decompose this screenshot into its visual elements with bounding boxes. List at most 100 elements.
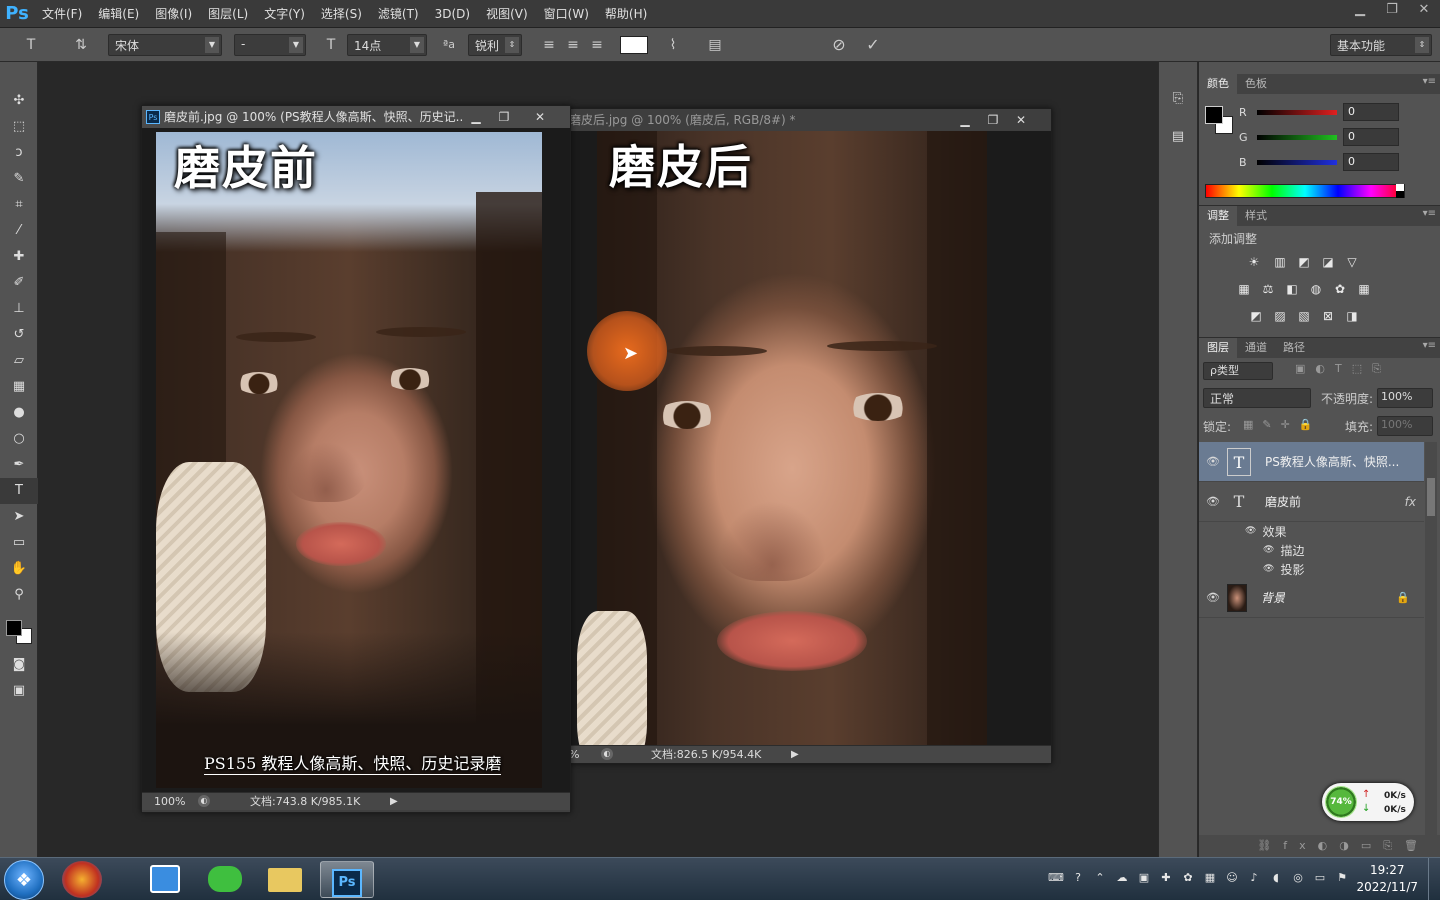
flower-icon[interactable]: ✿ [1180, 870, 1196, 886]
keyboard-icon[interactable]: ⌨ [1048, 870, 1064, 886]
before-caption-text[interactable]: PS155 教程人像高斯、快照、历史记录磨 [204, 750, 502, 775]
monitor-icon[interactable]: ▭ [1312, 870, 1328, 886]
minimize-button[interactable]: ▁ [1344, 0, 1376, 20]
maximize-icon[interactable]: ❐ [979, 109, 1007, 131]
pen-tool-icon[interactable]: ✒ [0, 452, 38, 478]
minimize-icon[interactable]: ▁ [462, 106, 490, 128]
type-tool-icon[interactable]: T [0, 478, 38, 504]
menu-layer[interactable]: 图层(L) [200, 0, 256, 28]
toolbar-collapse[interactable] [0, 62, 37, 88]
spectrum-white-swatch[interactable] [1396, 184, 1404, 191]
visibility-eye-icon[interactable]: 👁 [1245, 526, 1256, 536]
cancel-edits-icon[interactable]: ⊘ [828, 34, 850, 56]
curves-icon[interactable]: ◩ [1295, 254, 1313, 270]
network-monitor-widget[interactable]: 74% ↑ ↓ 0K/s 0K/s [1322, 783, 1414, 821]
opacity-field[interactable]: 100% [1377, 388, 1433, 408]
display-icon[interactable]: ▣ [1136, 870, 1152, 886]
help-icon[interactable]: ? [1070, 870, 1086, 886]
stamp-tool-icon[interactable]: ⊥ [0, 296, 38, 322]
app-360-icon[interactable] [62, 861, 102, 898]
network-icon[interactable]: ◎ [1290, 870, 1306, 886]
menu-file[interactable]: 文件(F) [34, 0, 90, 28]
color-balance-icon[interactable]: ⚖ [1259, 281, 1277, 297]
lock-icons[interactable]: ▦✎✛🔒 [1243, 418, 1322, 431]
speaker-icon[interactable]: ◖ [1268, 870, 1284, 886]
app-photoshop-icon[interactable]: Ps [320, 861, 374, 898]
layers-scrollbar[interactable] [1425, 442, 1437, 856]
marquee-tool-icon[interactable]: ⬚ [0, 114, 38, 140]
tab-styles[interactable]: 样式 [1237, 206, 1275, 226]
hand-tool-icon[interactable]: ✋ [0, 556, 38, 582]
gradient-map-icon[interactable]: ◨ [1343, 308, 1361, 324]
shape-tool-icon[interactable]: ▭ [0, 530, 38, 556]
antialias-select[interactable]: 锐利 ⇕ [468, 34, 522, 56]
security-icon[interactable]: ✚ [1158, 870, 1174, 886]
toggle-text-orientation-icon[interactable]: ⇅ [70, 34, 92, 56]
gradient-tool-icon[interactable]: ▦ [0, 374, 38, 400]
restore-button[interactable]: ❐ [1376, 0, 1408, 20]
volume-icon[interactable]: ♪ [1246, 870, 1262, 886]
system-clock[interactable]: 19:27 2022/11/7 [1356, 862, 1418, 896]
menu-3d[interactable]: 3D(D) [427, 0, 478, 28]
color-swatches[interactable] [0, 608, 37, 652]
close-button[interactable]: ✕ [1408, 0, 1440, 20]
text-color-swatch[interactable] [620, 36, 648, 54]
menu-help[interactable]: 帮助(H) [597, 0, 655, 28]
move-tool-icon[interactable]: ✣ [0, 88, 38, 114]
layer-text-before[interactable]: 👁 T 磨皮前 fx [1199, 482, 1424, 522]
app-file-manager-icon[interactable] [138, 861, 192, 898]
grid-icon[interactable]: ▦ [1202, 870, 1218, 886]
hue-saturation-icon[interactable]: ▦ [1235, 281, 1253, 297]
color-spectrum-bar[interactable] [1205, 184, 1405, 198]
menu-type[interactable]: 文字(Y) [256, 0, 313, 28]
align-center-icon[interactable]: ≡ [562, 34, 584, 56]
document-canvas-after[interactable]: 磨皮后 ➤ [569, 131, 1051, 745]
align-right-icon[interactable]: ≡ [586, 34, 608, 56]
levels-icon[interactable]: ▥ [1271, 254, 1289, 270]
scrollbar-thumb[interactable] [1427, 478, 1435, 516]
eyedropper-tool-icon[interactable]: ⁄ [0, 218, 38, 244]
align-left-icon[interactable]: ≡ [538, 34, 560, 56]
document-tab-after[interactable]: 磨皮后.jpg @ 100% (磨皮后, RGB/8#) * ▁ ❐ ✕ [569, 109, 1051, 131]
green-value[interactable]: 0 [1343, 128, 1399, 146]
flag-icon[interactable]: ⚑ [1334, 870, 1350, 886]
spectrum-black-swatch[interactable] [1396, 191, 1404, 198]
menu-edit[interactable]: 编辑(E) [90, 0, 147, 28]
close-icon[interactable]: ✕ [526, 106, 554, 128]
status-toggle-icon[interactable]: ◐ [198, 795, 210, 807]
font-style-select[interactable]: - ▼ [234, 34, 306, 56]
effect-drop-shadow-row[interactable]: 👁 投影 [1263, 560, 1304, 578]
layers-footer-toolbar[interactable]: ⛓fx◐◑▭⎘🗑 [1199, 835, 1440, 857]
blue-slider[interactable] [1257, 159, 1337, 165]
green-slider[interactable] [1257, 134, 1337, 140]
color-lookup-icon[interactable]: ▦ [1355, 281, 1373, 297]
quick-mask-icon[interactable]: ◙ [0, 652, 38, 678]
dodge-tool-icon[interactable]: ○ [0, 426, 38, 452]
zoom-level-before[interactable]: 100% [154, 793, 185, 811]
threshold-icon[interactable]: ▧ [1295, 308, 1313, 324]
crop-tool-icon[interactable]: ⌗ [0, 192, 38, 218]
tab-adjustments[interactable]: 调整 [1199, 206, 1237, 226]
document-window-after[interactable]: 磨皮后.jpg @ 100% (磨皮后, RGB/8#) * ▁ ❐ ✕ 磨皮后… [568, 108, 1052, 764]
brush-tool-icon[interactable]: ✐ [0, 270, 38, 296]
history-brush-tool-icon[interactable]: ↺ [0, 322, 38, 348]
visibility-eye-icon[interactable]: 👁 [1199, 455, 1227, 468]
eraser-tool-icon[interactable]: ▱ [0, 348, 38, 374]
tab-layers[interactable]: 图层 [1199, 338, 1237, 358]
type-tool-preset-icon[interactable]: T [20, 34, 42, 56]
foreground-color-swatch[interactable] [6, 620, 22, 636]
commit-edits-icon[interactable]: ✓ [862, 34, 884, 56]
status-toggle-icon[interactable]: ◐ [601, 748, 613, 760]
close-icon[interactable]: ✕ [1007, 109, 1035, 131]
visibility-eye-icon[interactable]: 👁 [1263, 564, 1274, 574]
screen-mode-icon[interactable]: ▣ [0, 678, 38, 704]
menu-image[interactable]: 图像(I) [147, 0, 200, 28]
path-select-tool-icon[interactable]: ➤ [0, 504, 38, 530]
layer-background[interactable]: 👁 背景 🔒 [1199, 578, 1424, 618]
menu-window[interactable]: 窗口(W) [536, 0, 597, 28]
lasso-tool-icon[interactable]: ↄ [0, 140, 38, 166]
menu-view[interactable]: 视图(V) [478, 0, 536, 28]
channel-mixer-icon[interactable]: ✿ [1331, 281, 1349, 297]
properties-panel-icon[interactable]: ▤ [1159, 124, 1197, 150]
menu-select[interactable]: 选择(S) [313, 0, 370, 28]
